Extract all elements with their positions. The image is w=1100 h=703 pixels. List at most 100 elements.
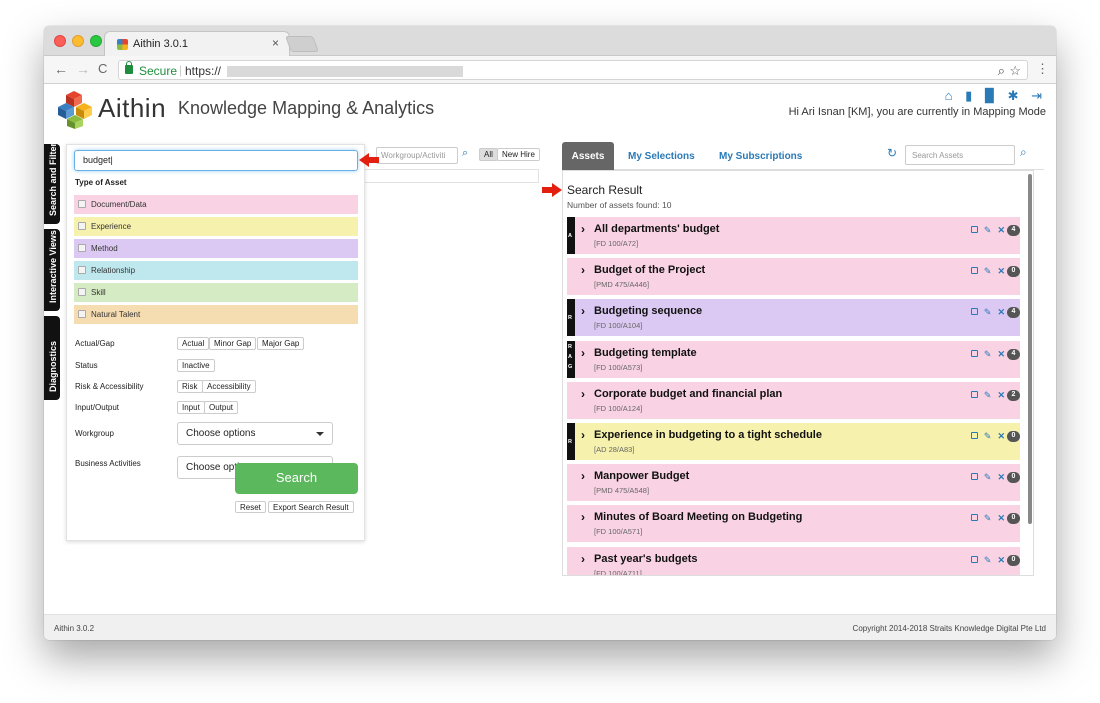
output-chip[interactable]: Output [204, 401, 239, 414]
checkbox[interactable] [78, 222, 86, 230]
delete-x-icon[interactable]: ✕ [997, 225, 1005, 235]
asset-result-item[interactable]: › Corporate budget and financial plan [FD … [567, 381, 1020, 419]
tab-search-and-filter[interactable]: Search and Filter [44, 143, 60, 224]
tab-assets[interactable]: Assets [562, 142, 614, 171]
select-checkbox-icon[interactable] [970, 514, 978, 522]
chevron-right-icon[interactable]: › [581, 428, 585, 442]
major-gap-chip[interactable]: Major Gap [257, 337, 305, 350]
asset-name[interactable]: Corporate budget and financial plan [594, 388, 782, 400]
checkbox[interactable] [78, 288, 86, 296]
new-hire-toggle[interactable]: New Hire [497, 148, 540, 161]
checkbox[interactable] [78, 266, 86, 274]
edit-pencil-icon[interactable]: ✎ [984, 225, 992, 235]
workgroup-select[interactable]: Choose options [177, 422, 333, 445]
maximize-window-button[interactable] [90, 35, 102, 47]
asset-name[interactable]: Past year's budgets [594, 553, 698, 565]
delete-x-icon[interactable]: ✕ [997, 431, 1005, 441]
asset-type-experience[interactable]: Experience [74, 217, 358, 236]
edit-pencil-icon[interactable]: ✎ [984, 431, 992, 441]
asset-type-method[interactable]: Method [74, 239, 358, 258]
select-checkbox-icon[interactable] [970, 390, 978, 398]
search-icon[interactable]: ⌕ [1020, 145, 1027, 160]
actual-chip[interactable]: Actual [177, 337, 210, 350]
gear-icon[interactable]: ✱ [1008, 88, 1019, 103]
checkbox[interactable] [78, 244, 86, 252]
chevron-right-icon[interactable]: › [581, 469, 585, 483]
forward-icon[interactable]: → [76, 61, 90, 77]
asset-result-item[interactable]: R › Budgeting sequence [FD 100/A104] ✎ ✕ 4 [567, 299, 1020, 337]
edit-pencil-icon[interactable]: ✎ [984, 390, 992, 400]
delete-x-icon[interactable]: ✕ [997, 472, 1005, 482]
select-checkbox-icon[interactable] [970, 473, 978, 481]
asset-name[interactable]: Experience in budgeting to a tight sched… [594, 429, 822, 441]
asset-type-natural-talent[interactable]: Natural Talent [74, 305, 358, 324]
asset-type-skill[interactable]: Skill [74, 283, 358, 302]
chevron-right-icon[interactable]: › [581, 304, 585, 318]
delete-x-icon[interactable]: ✕ [997, 307, 1005, 317]
chevron-right-icon[interactable]: › [581, 387, 585, 401]
asset-name[interactable]: Manpower Budget [594, 470, 689, 482]
close-window-button[interactable] [54, 35, 66, 47]
edit-pencil-icon[interactable]: ✎ [984, 472, 992, 482]
logout-icon[interactable]: ⇥ [1031, 88, 1042, 103]
search-icon[interactable]: ⌕ [462, 147, 468, 160]
results-scrollbar[interactable] [1028, 174, 1032, 524]
delete-x-icon[interactable]: ✕ [997, 390, 1005, 400]
asset-result-item[interactable]: A › All departments' budget [FD 100/A72] ✎ ✕ 4 [567, 217, 1020, 254]
edit-pencil-icon[interactable]: ✎ [984, 555, 992, 565]
browser-tab[interactable]: Aithin 3.0.1 × [104, 31, 290, 57]
asset-name[interactable]: Budgeting sequence [594, 305, 702, 317]
reload-icon[interactable]: C [98, 61, 107, 76]
asset-name[interactable]: Budgeting template [594, 347, 697, 359]
refresh-icon[interactable]: ↻ [887, 146, 897, 160]
browser-menu-icon[interactable]: ⋮ [1036, 61, 1049, 77]
tab-diagnostics[interactable]: Diagnostics [44, 316, 60, 400]
edit-pencil-icon[interactable]: ✎ [984, 513, 992, 523]
accessibility-chip[interactable]: Accessibility [202, 380, 256, 393]
export-search-result-button[interactable]: Export Search Result [268, 501, 354, 513]
edit-pencil-icon[interactable]: ✎ [984, 307, 992, 317]
search-assets-input[interactable]: Search Assets [905, 145, 1015, 165]
asset-result-item[interactable]: › Past year's budgets [FD 100/A711] ✎ ✕ 0 [567, 546, 1020, 575]
home-icon[interactable]: ⌂ [945, 88, 953, 103]
minor-gap-chip[interactable]: Minor Gap [209, 337, 257, 350]
all-toggle[interactable]: All [479, 148, 498, 161]
asset-type-document-data[interactable]: Document/Data [74, 195, 358, 214]
workgroup-activity-input[interactable]: Workgroup/Activiti [376, 147, 458, 164]
chevron-right-icon[interactable]: › [581, 263, 585, 277]
tab-my-subscriptions[interactable]: My Subscriptions [719, 151, 802, 162]
risk-chip[interactable]: Risk [177, 380, 203, 393]
chevron-right-icon[interactable]: › [581, 222, 585, 236]
select-checkbox-icon[interactable] [970, 555, 978, 563]
chevron-right-icon[interactable]: › [581, 552, 585, 566]
input-chip[interactable]: Input [177, 401, 205, 414]
select-checkbox-icon[interactable] [970, 308, 978, 316]
minimize-window-button[interactable] [72, 35, 84, 47]
select-checkbox-icon[interactable] [970, 267, 978, 275]
search-button[interactable]: Search [235, 463, 358, 494]
delete-x-icon[interactable]: ✕ [997, 349, 1005, 359]
checkbox[interactable] [78, 200, 86, 208]
url-input[interactable]: Secure | https:// ⌕ ☆ [118, 60, 1028, 80]
edit-pencil-icon[interactable]: ✎ [984, 266, 992, 276]
chevron-right-icon[interactable]: › [581, 510, 585, 524]
keyword-search-input[interactable]: budget| [74, 150, 358, 171]
inactive-chip[interactable]: Inactive [177, 359, 215, 372]
checkbox[interactable] [78, 310, 86, 318]
back-icon[interactable]: ← [54, 61, 68, 77]
asset-name[interactable]: Budget of the Project [594, 264, 705, 276]
zoom-icon[interactable]: ⌕ [998, 63, 1005, 79]
select-checkbox-icon[interactable] [970, 349, 978, 357]
select-checkbox-icon[interactable] [970, 432, 978, 439]
delete-x-icon[interactable]: ✕ [997, 513, 1005, 523]
tab-close-icon[interactable]: × [272, 36, 279, 50]
asset-result-item[interactable]: › Budget of the Project [PMD 475/A446] ✎ ✕ 0 [567, 258, 1020, 296]
select-checkbox-icon[interactable] [970, 226, 978, 233]
reset-button[interactable]: Reset [235, 501, 266, 513]
delete-x-icon[interactable]: ✕ [997, 266, 1005, 276]
new-tab-button[interactable] [285, 36, 319, 52]
chart-icon[interactable]: ▮ [965, 88, 972, 103]
chevron-right-icon[interactable]: › [581, 346, 585, 360]
asset-result-item[interactable]: › Manpower Budget [PMD 475/A548] ✎ ✕ 0 [567, 464, 1020, 502]
bookmark-star-icon[interactable]: ☆ [1009, 63, 1021, 79]
